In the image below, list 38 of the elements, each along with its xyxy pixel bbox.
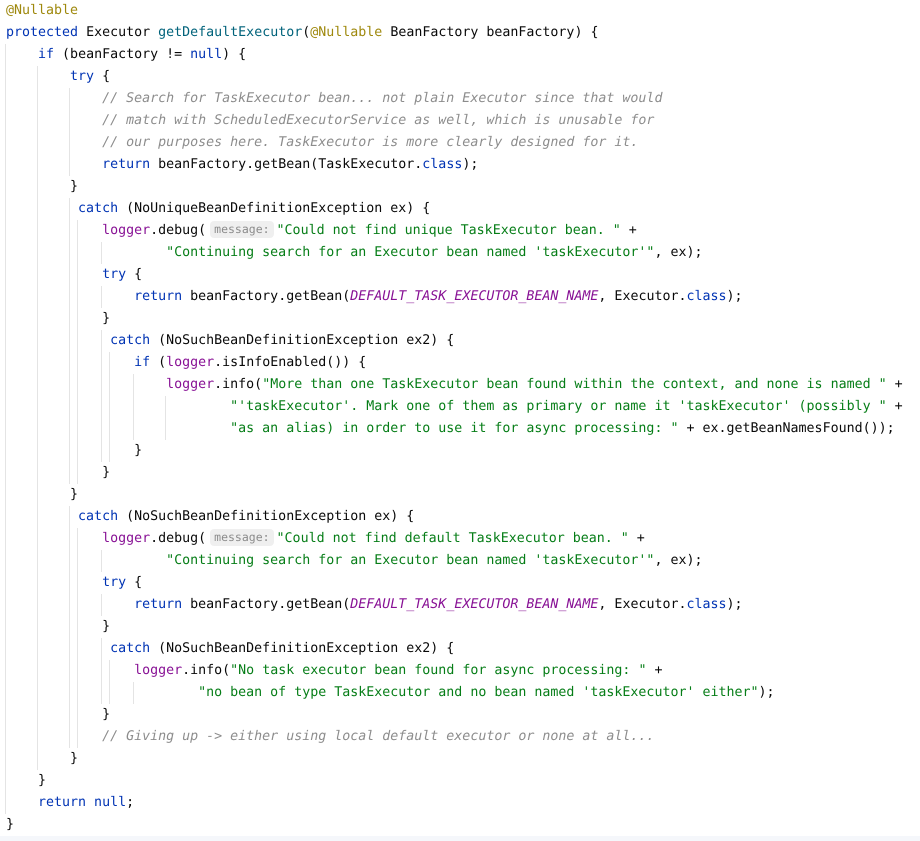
code-line: }	[101, 618, 110, 636]
code-line: "Continuing search for an Executor bean named 'taskExecutor'", ex);	[165, 244, 702, 262]
code-line: logger.debug( message: "Could not find default TaskExecutor bean. " +	[101, 528, 645, 548]
code-line: // our purposes here. TaskExecutor is more clearly designed for it.	[101, 134, 638, 152]
code-line: }	[101, 706, 110, 724]
code-line: }	[69, 750, 78, 768]
code-line: return beanFactory.getBean(DEFAULT_TASK_EXECUTOR_BEAN_NAME, Executor.class);	[133, 596, 743, 614]
code-line: try {	[69, 68, 110, 86]
code-line: catch (NoSuchBeanDefinitionException ex) {	[77, 508, 414, 526]
code-line: }	[101, 310, 110, 328]
code-line: protected Executor getDefaultExecutor(@Nullable BeanFactory beanFactory) {	[6, 24, 598, 42]
code-line: }	[37, 772, 46, 790]
code-line: logger.info("No task executor bean found for async processing: " +	[133, 662, 662, 680]
code-line: catch (NoSuchBeanDefinitionException ex2) {	[109, 332, 454, 350]
code-line: return beanFactory.getBean(DEFAULT_TASK_EXECUTOR_BEAN_NAME, Executor.class);	[133, 288, 743, 306]
code-line: try {	[101, 266, 142, 284]
code-line: // Giving up -> either using local default executor or none at all...	[101, 728, 654, 746]
code-line: logger.debug( message: "Could not find unique TaskExecutor bean. " +	[101, 220, 637, 240]
code-line: @Nullable	[6, 2, 78, 20]
code-line: }	[101, 464, 110, 482]
code-line: "Continuing search for an Executor bean named 'taskExecutor'", ex);	[165, 552, 702, 570]
code-line: }	[69, 486, 78, 504]
code-line: }	[6, 816, 14, 834]
code-line: catch (NoUniqueBeanDefinitionException ex) {	[77, 200, 430, 218]
code-line: logger.info("More than one TaskExecutor bean found within the context, and none is named " +	[165, 376, 903, 394]
code-line: }	[133, 442, 142, 460]
code-line: // match with ScheduledExecutorService as well, which is unusable for	[101, 112, 654, 130]
code-line: catch (NoSuchBeanDefinitionException ex2) {	[109, 640, 454, 658]
code-line: if (logger.isInfoEnabled()) {	[133, 354, 366, 372]
code-line: // Search for TaskExecutor bean... not plain Executor since that would	[101, 90, 662, 108]
code-line: return null;	[37, 794, 134, 812]
code-line: try {	[101, 574, 142, 592]
code-line: if (beanFactory != null) {	[37, 46, 246, 64]
code-line: return beanFactory.getBean(TaskExecutor.class);	[101, 156, 478, 174]
code-line: "no bean of type TaskExecutor and no bean named 'taskExecutor' either");	[197, 684, 775, 702]
code-line: "as an alias) in order to use it for async processing: " + ex.getBeanNamesFound());	[229, 420, 895, 438]
code-line: "'taskExecutor'. Mark one of them as primary or name it 'taskExecutor' (possibly " +	[229, 398, 903, 416]
code-line: }	[69, 178, 78, 196]
